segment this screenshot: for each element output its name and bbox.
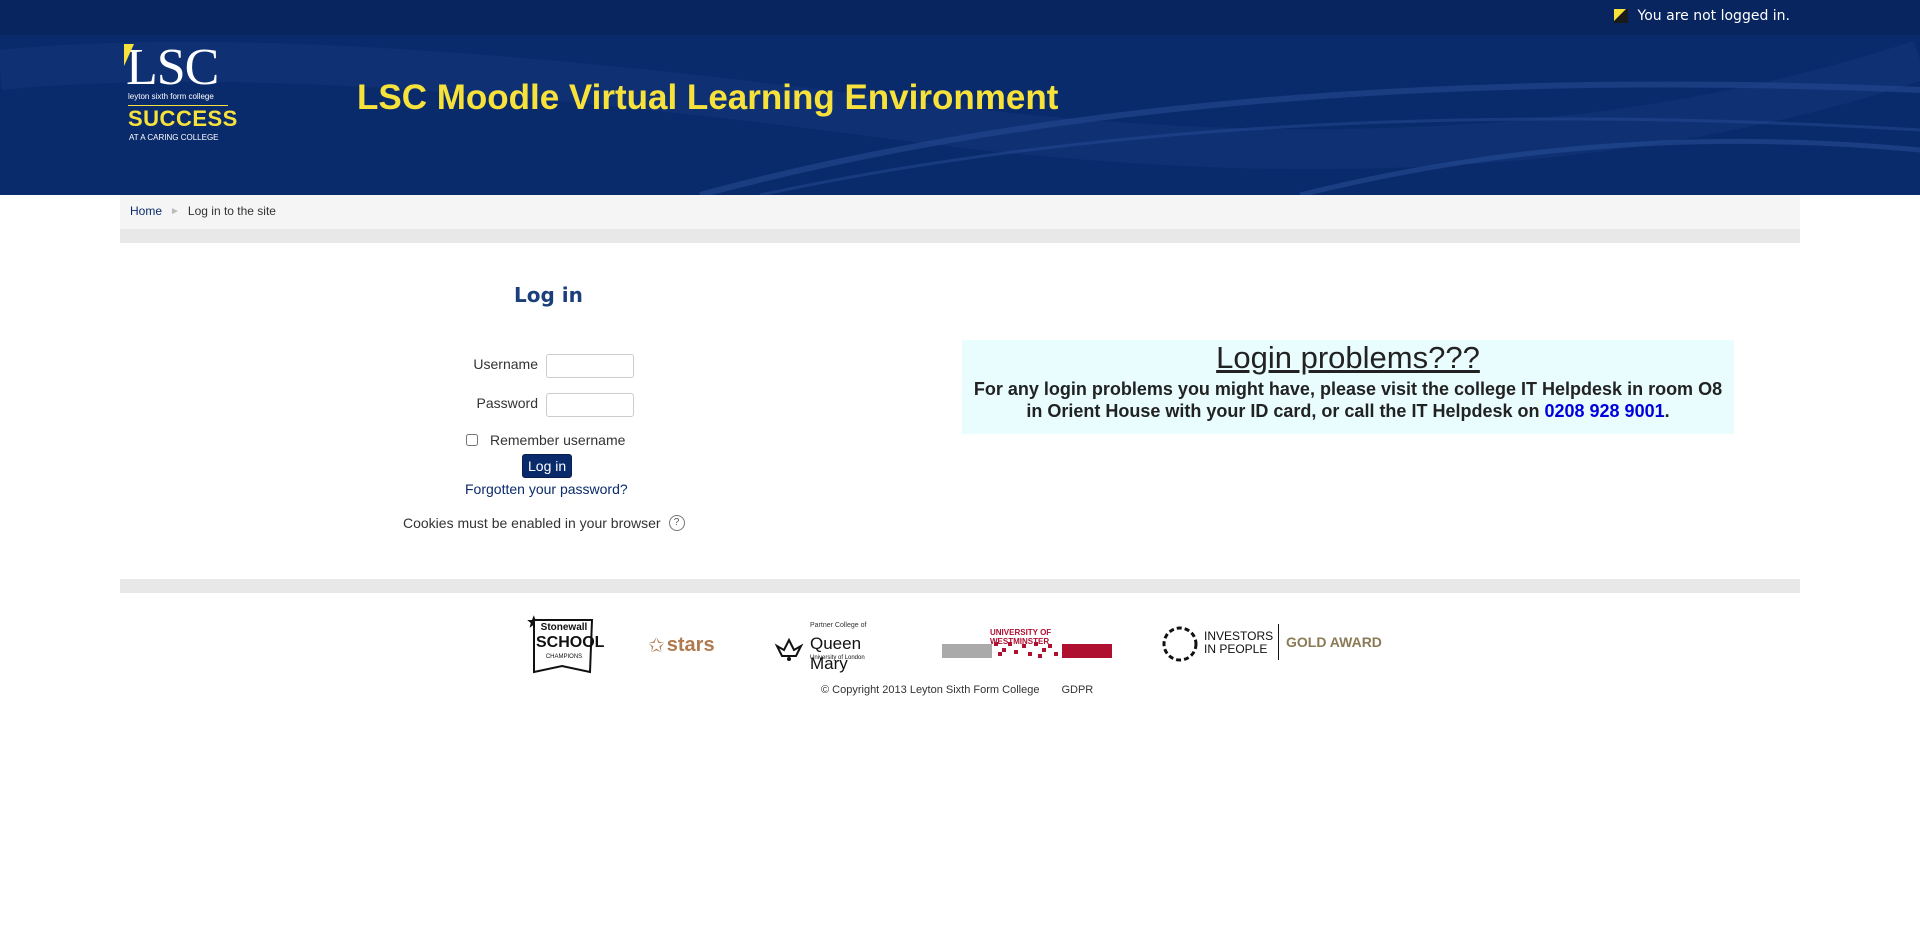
breadcrumb-bar: Home ► Log in to the site <box>120 195 1800 229</box>
username-input[interactable] <box>546 354 634 378</box>
breadcrumb: Home ► Log in to the site <box>130 204 276 218</box>
notice-title: Login problems??? <box>1216 340 1480 375</box>
stonewall-line2: SCHOOL <box>536 634 605 651</box>
login-title: Log in <box>514 283 583 307</box>
login-status: You are not logged in. <box>1613 7 1790 25</box>
star-icon: ✩ <box>648 634 665 657</box>
username-label: Username <box>473 356 538 372</box>
login-status-text: You are not logged in. <box>1637 8 1790 24</box>
iip-divider <box>1278 624 1279 660</box>
laurel-icon <box>1162 626 1198 662</box>
westminster-logo[interactable]: UNIVERSITY OF WESTMINSTER <box>942 628 1112 658</box>
stars-logo[interactable]: ✩ stars <box>648 630 724 660</box>
notice-body: For any login problems you might have, p… <box>968 378 1728 422</box>
copyright-text: © Copyright 2013 Leyton Sixth Form Colle… <box>821 684 1040 696</box>
breadcrumb-home-link[interactable]: Home <box>130 204 162 218</box>
breadcrumb-current: Log in to the site <box>187 204 276 218</box>
crown-icon <box>774 637 804 661</box>
cookies-notice: Cookies must be enabled in your browser … <box>403 515 685 531</box>
notice-end: . <box>1664 401 1670 421</box>
logo-subtitle: leyton sixth form college <box>128 92 214 101</box>
investors-in-people-logo[interactable]: INVESTORS IN PEOPLE GOLD AWARD <box>1160 622 1394 666</box>
password-label: Password <box>476 395 538 411</box>
content-top-divider <box>120 229 1800 243</box>
login-button[interactable]: Log in <box>522 454 573 478</box>
breadcrumb-separator-icon: ► <box>170 205 180 217</box>
qm-name: Queen Mary <box>810 634 862 673</box>
iip-line2: IN PEOPLE <box>1204 642 1268 656</box>
footer-copyright-row: © Copyright 2013 Leyton Sixth Form Colle… <box>821 684 1093 696</box>
content-bottom-divider <box>120 579 1800 593</box>
language-flag-icon[interactable] <box>1613 9 1628 23</box>
stonewall-line3: CHAMPIONS <box>545 654 583 660</box>
remember-username-label[interactable]: Remember username <box>490 432 625 448</box>
forgot-password-link[interactable]: Forgotten your password? <box>465 481 628 497</box>
stars-logo-text: stars <box>666 633 715 656</box>
logo-success: SUCCESS <box>128 106 238 131</box>
password-input[interactable] <box>546 393 634 417</box>
cookies-text: Cookies must be enabled in your browser <box>403 515 661 531</box>
stonewall-logo[interactable]: Stonewall SCHOOL CHAMPIONS <box>526 614 605 676</box>
help-icon[interactable]: ? <box>668 515 685 531</box>
iip-gold-award: GOLD AWARD <box>1286 634 1382 650</box>
remember-username-row: Remember username <box>466 432 625 448</box>
qm-university-text: University of London <box>810 655 865 661</box>
stonewall-line1: Stonewall <box>540 622 588 633</box>
westminster-pattern-icon <box>942 642 1112 658</box>
site-header: You are not logged in. LSC leyton sixth … <box>0 0 1920 195</box>
login-problems-notice: Login problems??? For any login problems… <box>962 340 1734 434</box>
college-logo[interactable]: LSC leyton sixth form college SUCCESS AT… <box>124 39 237 146</box>
logo-caring: AT A CARING COLLEGE <box>129 133 219 142</box>
remember-username-checkbox[interactable] <box>466 434 478 446</box>
gdpr-link[interactable]: GDPR <box>1061 684 1093 696</box>
site-title: LSC Moodle Virtual Learning Environment <box>357 78 1059 117</box>
logo-lsc-text: LSC <box>126 39 219 96</box>
logo-yellow-mark <box>124 44 134 66</box>
queen-mary-logo[interactable]: Partner College of Queen Mary University… <box>774 622 894 673</box>
helpdesk-phone-link[interactable]: 0208 928 9001 <box>1544 401 1664 421</box>
footer-logos: Stonewall SCHOOL CHAMPIONS ✩ stars Partn… <box>0 612 1920 682</box>
qm-partner-text: Partner College of <box>810 622 867 629</box>
